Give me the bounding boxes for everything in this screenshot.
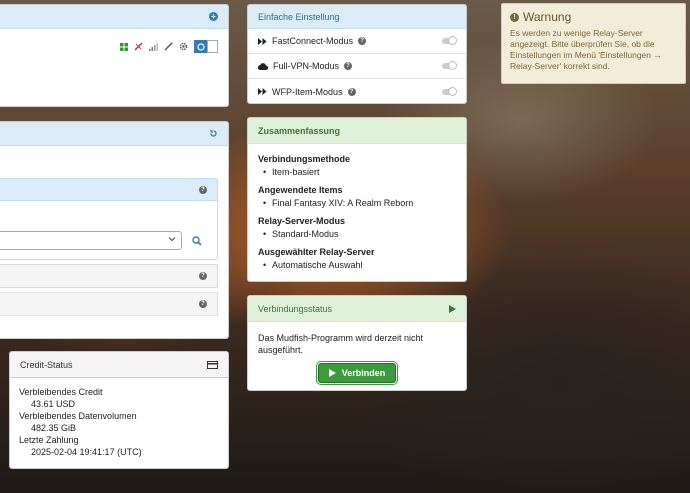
refresh-icon[interactable]	[209, 129, 218, 138]
items-panel: +	[0, 4, 229, 107]
wfp-item-toggle[interactable]	[442, 86, 457, 96]
connection-status-message: Das Mudfish-Programm wird derzeit nicht …	[258, 333, 424, 355]
signal-icon[interactable]	[149, 42, 158, 51]
connect-button[interactable]: Verbinden	[317, 363, 397, 383]
setting-row-fastconnect[interactable]: FastConnect-Modus ?	[248, 29, 466, 54]
warning-title: Warnung	[523, 10, 572, 24]
help-icon[interactable]: ?	[358, 37, 367, 45]
exclamation-circle-icon: !	[510, 12, 519, 22]
play-icon	[328, 369, 336, 377]
windows-icon[interactable]	[120, 42, 128, 51]
setting-label: WFP-Item-Modus	[272, 86, 343, 97]
summary-value: Final Fantasy XIV: A Realm Reborn	[258, 198, 456, 208]
disconnected-icon[interactable]	[134, 42, 143, 51]
power-toggle[interactable]	[194, 40, 218, 53]
summary-title: Zusammenfassung	[258, 125, 341, 136]
connection-status-panel: Verbindungsstatus Das Mudfish-Programm w…	[247, 295, 467, 391]
remaining-data-value: 482.35 GiB	[31, 423, 77, 433]
summary-value: Automatische Auswahl	[258, 260, 456, 270]
setting-label: FastConnect-Modus	[272, 36, 354, 46]
chevron-down-icon	[168, 235, 176, 245]
relay-collapsed-2[interactable]: ?	[0, 292, 218, 316]
setting-row-wfp-item[interactable]: WFP-Item-Modus ?	[248, 79, 466, 103]
fastconnect-toggle[interactable]	[442, 36, 457, 45]
full-vpn-toggle[interactable]	[442, 61, 457, 70]
summary-panel: Zusammenfassung Verbindungsmethode Item-…	[247, 117, 467, 282]
play-icon[interactable]	[449, 304, 456, 313]
setting-label: Full-VPN-Modus	[273, 61, 340, 71]
credit-status-panel: Credit-Status Verbleibendes Credit 43.61…	[9, 351, 229, 469]
setting-row-full-vpn[interactable]: Full-VPN-Modus ?	[248, 54, 466, 79]
relay-panel: ? ? ?	[0, 121, 229, 339]
warning-box: ! Warnung Es werden zu wenige Relay-Serv…	[501, 3, 686, 84]
summary-value: Standard-Modus	[258, 229, 456, 239]
summary-label: Verbindungsmethode	[258, 154, 351, 164]
fast-forward-icon	[258, 37, 267, 45]
simple-settings-header: Einfache Einstellung	[248, 5, 466, 29]
summary-label: Angewendete Items	[258, 185, 343, 195]
connect-button-label: Verbinden	[341, 368, 386, 378]
simple-settings-panel: Einfache Einstellung FastConnect-Modus ?…	[247, 4, 467, 104]
summary-label: Relay-Server-Modus	[258, 216, 346, 226]
credit-card-icon	[207, 360, 218, 369]
warning-message: Es werden zu wenige Relay-Server angezei…	[510, 28, 662, 71]
summary-header: Zusammenfassung	[248, 118, 466, 144]
remaining-credit-value: 43.61 USD	[31, 399, 76, 409]
last-payment-label: Letzte Zahlung	[19, 435, 79, 445]
magic-wand-icon[interactable]	[164, 42, 173, 51]
remaining-data-label: Verbleibendes Datenvolumen	[19, 411, 137, 421]
fast-forward-icon	[258, 88, 267, 95]
help-icon[interactable]: ?	[199, 272, 207, 280]
summary-value: Item-basiert	[258, 167, 456, 177]
cloud-icon	[258, 62, 268, 70]
relay-panel-header	[0, 122, 228, 146]
help-icon[interactable]: ?	[199, 185, 207, 194]
simple-settings-title: Einfache Einstellung	[258, 11, 340, 22]
toolbar-icons	[120, 40, 218, 53]
relay-collapsed-1[interactable]: ?	[0, 264, 218, 288]
relay-subpanel: ?	[0, 178, 218, 260]
help-icon[interactable]: ?	[199, 300, 207, 308]
summary-label: Ausgewählter Relay-Server	[258, 247, 375, 257]
search-icon[interactable]	[192, 236, 202, 248]
connection-status-header: Verbindungsstatus	[248, 296, 466, 322]
help-icon[interactable]: ?	[344, 62, 353, 70]
relay-subpanel-header: ?	[0, 179, 217, 201]
last-payment-value: 2025-02-04 19:41:17 (UTC)	[31, 447, 142, 457]
credit-status-title: Credit-Status	[20, 359, 73, 370]
credit-status-header: Credit-Status	[10, 352, 228, 378]
connection-status-title: Verbindungsstatus	[258, 303, 333, 314]
items-panel-header: +	[0, 5, 228, 29]
remaining-credit-label: Verbleibendes Credit	[19, 387, 103, 397]
relay-select[interactable]	[0, 231, 182, 250]
plus-circle-icon[interactable]: +	[209, 12, 218, 21]
gear-icon[interactable]	[179, 42, 188, 51]
help-icon[interactable]: ?	[347, 87, 356, 96]
power-icon	[194, 40, 207, 53]
